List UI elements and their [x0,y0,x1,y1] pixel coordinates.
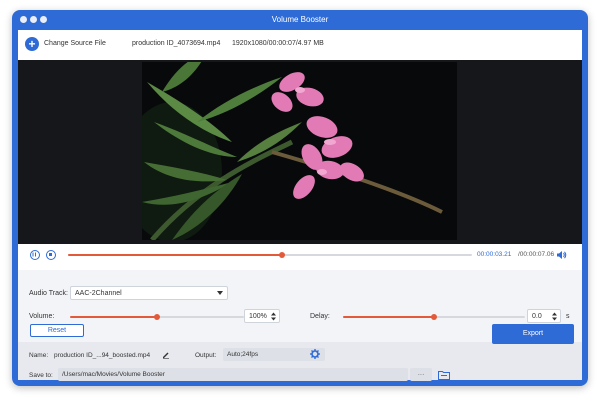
playback-handle[interactable] [279,252,286,258]
browse-more-button[interactable]: ··· [410,368,432,381]
name-label: Name: [29,352,49,359]
total-time: /00:00:07.06 [518,251,555,258]
reset-button[interactable]: Reset [30,324,84,337]
playback-progress [68,254,283,256]
volume-label: Volume: [29,313,55,320]
volume-value: 100% [249,313,267,320]
playback-controls: 00:00:03.21 /00:00:07.06 [18,244,582,270]
delay-handle[interactable] [431,314,437,320]
stepper-arrows-icon[interactable] [552,312,557,321]
export-button[interactable]: Export [492,324,574,344]
playback-slider[interactable] [68,252,472,258]
audio-track-value: AAC-2Channel [75,290,122,297]
edit-icon[interactable] [162,351,170,359]
pause-icon [32,252,36,257]
save-path-value: /Users/mac/Movies/Volume Booster [62,371,165,378]
volume-stepper[interactable]: 100% [244,309,280,323]
source-file-name: production ID_4073694.mp4 [132,40,221,47]
source-toolbar: + Change Source File production ID_40736… [18,30,582,60]
more-icon: ··· [417,371,425,378]
change-source-button[interactable]: Change Source File [44,40,106,47]
save-to-label: Save to: [29,372,53,379]
pause-button[interactable] [30,250,40,260]
main-content: + Change Source File production ID_40736… [18,30,582,381]
video-frame [142,62,457,240]
audio-track-select[interactable]: AAC-2Channel [70,286,228,300]
delay-value: 0.0 [532,313,542,320]
volume-slider[interactable] [70,314,244,320]
delay-stepper[interactable]: 0.0 [527,309,561,323]
source-file-info: 1920x1080/00:00:07/4.97 MB [232,40,324,47]
current-time: 00:00:03.21 [477,251,512,258]
output-format-value: Auto;24fps [227,351,259,358]
delay-slider[interactable] [343,314,525,320]
chevron-down-icon [217,291,223,295]
title-bar: Volume Booster [12,10,588,30]
volume-handle[interactable] [154,314,160,320]
window-title: Volume Booster [271,15,329,24]
app-window: Volume Booster + Change Source File prod… [12,10,588,386]
save-path-field[interactable]: /Users/mac/Movies/Volume Booster [58,368,408,381]
stop-icon [49,253,52,256]
flower-image [142,62,457,240]
add-source-icon[interactable]: + [25,37,39,51]
video-preview[interactable] [18,60,582,244]
stepper-arrows-icon[interactable] [271,312,276,321]
output-label: Output: [195,352,217,359]
audio-track-label: Audio Track: [29,290,68,297]
output-file-name: production ID_...94_boosted.mp4 [54,352,151,359]
speaker-icon[interactable] [556,250,567,260]
folder-icon[interactable] [438,370,450,380]
delay-unit: s [566,313,570,320]
stop-button[interactable] [46,250,56,260]
delay-label: Delay: [310,313,330,320]
volume-level [70,316,157,318]
gear-icon[interactable] [310,349,320,359]
delay-level [343,316,434,318]
